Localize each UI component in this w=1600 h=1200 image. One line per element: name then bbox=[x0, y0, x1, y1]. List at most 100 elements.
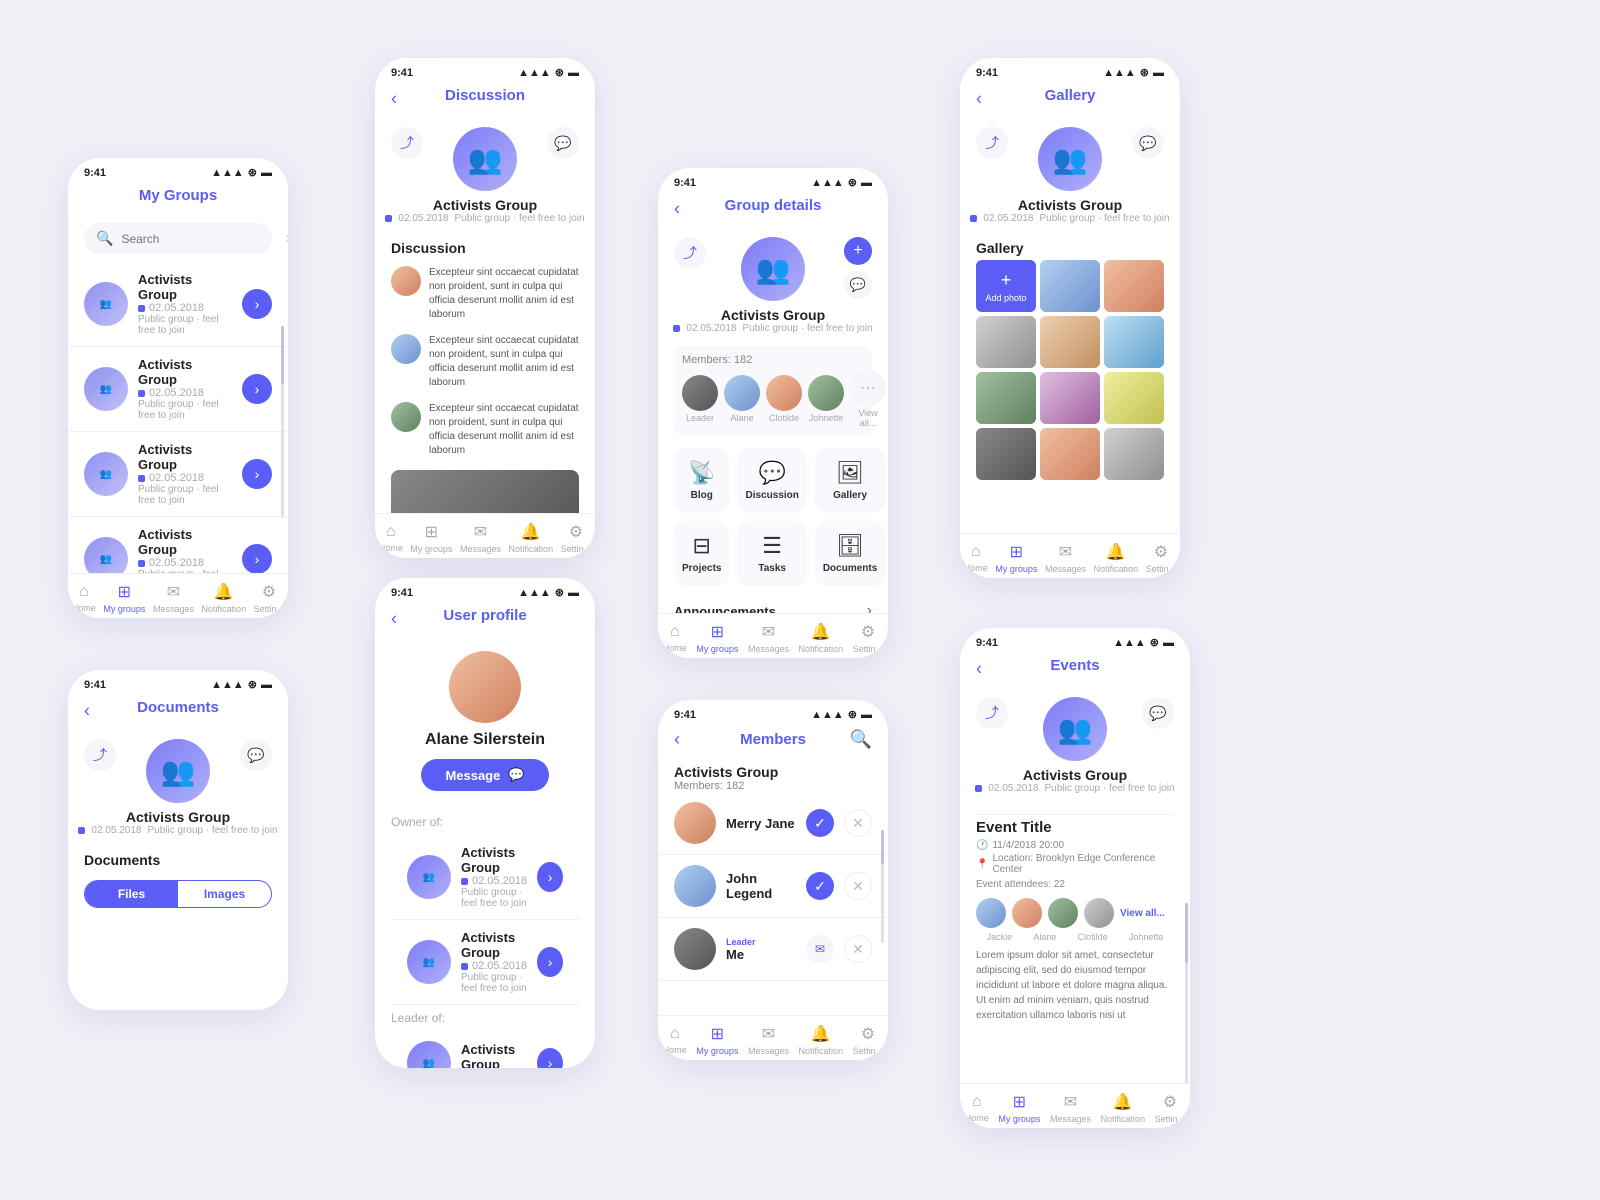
back-btn-gd[interactable]: ‹ bbox=[674, 199, 680, 220]
reject-leader[interactable]: ✕ bbox=[844, 935, 872, 963]
gallery-cell-3[interactable] bbox=[976, 316, 1036, 368]
nav-notifications-1[interactable]: 🔔Notification bbox=[202, 582, 247, 614]
nav-settings-2[interactable]: ⚙Settin... bbox=[561, 522, 592, 554]
gallery-cell-2[interactable] bbox=[1104, 260, 1164, 312]
feature-projects[interactable]: ⊟ Projects bbox=[674, 521, 729, 586]
nav-home-4[interactable]: ⌂Home bbox=[964, 543, 988, 573]
chat-btn-gd[interactable]: 💬 bbox=[844, 271, 872, 299]
gallery-cell-8[interactable] bbox=[1104, 372, 1164, 424]
gallery-cell-1[interactable] bbox=[1040, 260, 1100, 312]
nav-messages-2[interactable]: ✉Messages bbox=[460, 522, 501, 554]
feature-tasks[interactable]: ☰ Tasks bbox=[737, 521, 806, 586]
nav-notifications-4[interactable]: 🔔Notification bbox=[1094, 542, 1139, 574]
chat-btn-events[interactable]: 💬 bbox=[1142, 697, 1174, 729]
gallery-cell-5[interactable] bbox=[1104, 316, 1164, 368]
nav-home-1[interactable]: ⌂Home bbox=[72, 583, 96, 613]
nav-settings-4[interactable]: ⚙Settin... bbox=[1146, 542, 1177, 574]
search-input[interactable] bbox=[121, 232, 276, 246]
add-btn-gd[interactable]: + bbox=[844, 237, 872, 265]
share-btn-docs[interactable]: ⤴ bbox=[84, 739, 116, 771]
nav-notifications-2[interactable]: 🔔Notification bbox=[509, 522, 554, 554]
clear-icon[interactable]: ✕ bbox=[284, 232, 288, 246]
nav-home-7[interactable]: ⌂Home bbox=[663, 1025, 687, 1055]
arrow-btn-4[interactable]: › bbox=[242, 544, 272, 574]
back-btn-docs[interactable]: ‹ bbox=[84, 701, 90, 722]
scrollbar-events[interactable] bbox=[1185, 903, 1188, 1103]
feature-documents[interactable]: 🗄 Documents bbox=[815, 521, 885, 586]
nav-notifications-7[interactable]: 🔔Notification bbox=[799, 1024, 844, 1056]
back-btn-events[interactable]: ‹ bbox=[976, 659, 982, 680]
back-btn-discussion[interactable]: ‹ bbox=[391, 89, 397, 110]
profile-group-3[interactable]: 👥 Activists Group 02.05.2018 › bbox=[391, 1031, 579, 1068]
nav-mygroups-2[interactable]: ⊞My groups bbox=[410, 522, 452, 554]
chat-btn-discussion[interactable]: 💬 bbox=[547, 127, 579, 159]
tab-images[interactable]: Images bbox=[178, 881, 271, 907]
arrow-btn-1[interactable]: › bbox=[242, 289, 272, 319]
scrollbar-members[interactable] bbox=[881, 830, 884, 943]
members-search-btn[interactable]: 🔍 bbox=[850, 729, 872, 750]
nav-notifications-3[interactable]: 🔔Notification bbox=[799, 622, 844, 654]
nav-notifications-8[interactable]: 🔔Notification bbox=[1101, 1092, 1146, 1124]
search-bar[interactable]: 🔍 ✕ bbox=[84, 223, 272, 254]
feature-discussion[interactable]: 💬 Discussion bbox=[737, 448, 806, 513]
nav-settings-1[interactable]: ⚙Settin... bbox=[254, 582, 285, 614]
accept-merry[interactable]: ✓ bbox=[806, 809, 834, 837]
back-btn-members[interactable]: ‹ bbox=[674, 729, 680, 750]
nav-mygroups-4[interactable]: ⊞My groups bbox=[995, 542, 1037, 574]
nav-settings-8[interactable]: ⚙Settin... bbox=[1155, 1092, 1186, 1124]
back-btn-profile[interactable]: ‹ bbox=[391, 609, 397, 630]
tab-files[interactable]: Files bbox=[85, 881, 178, 907]
gallery-cell-9[interactable] bbox=[976, 428, 1036, 480]
share-btn-gallery[interactable]: ⤴ bbox=[976, 127, 1008, 159]
chat-btn-docs[interactable]: 💬 bbox=[240, 739, 272, 771]
feature-blog[interactable]: 📡 Blog bbox=[674, 448, 729, 513]
nav-messages-3[interactable]: ✉Messages bbox=[748, 622, 789, 654]
msg-leader-btn[interactable]: ✉ bbox=[806, 935, 834, 963]
gallery-cell-11[interactable] bbox=[1104, 428, 1164, 480]
nav-settings-7[interactable]: ⚙Settin... bbox=[853, 1024, 884, 1056]
accept-john[interactable]: ✓ bbox=[806, 872, 834, 900]
pg-arrow-2[interactable]: › bbox=[537, 947, 563, 977]
share-btn-events[interactable]: ⤴ bbox=[976, 697, 1008, 729]
nav-messages-8[interactable]: ✉Messages bbox=[1050, 1092, 1091, 1124]
nav-home-3[interactable]: ⌂Home bbox=[663, 623, 687, 653]
arrow-btn-3[interactable]: › bbox=[242, 459, 272, 489]
scrollbar-1[interactable] bbox=[281, 326, 284, 518]
member-viewall[interactable]: ··· View all... bbox=[850, 370, 886, 428]
nav-mygroups-7[interactable]: ⊞My groups bbox=[696, 1024, 738, 1056]
profile-group-2[interactable]: 👥 Activists Group 02.05.2018 Public grou… bbox=[391, 920, 579, 1005]
share-btn-gd[interactable]: ⤴ bbox=[674, 237, 706, 269]
gallery-cell-7[interactable] bbox=[1040, 372, 1100, 424]
message-btn[interactable]: Message 💬 bbox=[421, 759, 548, 791]
pg-info-1: Activists Group 02.05.2018 Public group … bbox=[461, 845, 527, 909]
nav-mygroups-3[interactable]: ⊞My groups bbox=[696, 622, 738, 654]
chat-btn-gallery[interactable]: 💬 bbox=[1132, 127, 1164, 159]
nav-mygroups-1[interactable]: ⊞My groups bbox=[103, 582, 145, 614]
reject-merry[interactable]: ✕ bbox=[844, 809, 872, 837]
nav-home-2[interactable]: ⌂Home bbox=[379, 523, 403, 553]
more-members-btn[interactable]: ··· bbox=[850, 370, 886, 406]
back-btn-gallery[interactable]: ‹ bbox=[976, 89, 982, 110]
profile-group-1[interactable]: 👥 Activists Group 02.05.2018 Public grou… bbox=[391, 835, 579, 920]
nav-messages-1[interactable]: ✉Messages bbox=[153, 582, 194, 614]
pg-arrow-1[interactable]: › bbox=[537, 862, 563, 892]
group-list-item[interactable]: 👥 Activists Group 02.05.2018 Public grou… bbox=[68, 432, 288, 517]
members-count: Members: 182 bbox=[674, 780, 872, 792]
share-btn-discussion[interactable]: ⤴ bbox=[391, 127, 423, 159]
nav-home-8[interactable]: ⌂Home bbox=[965, 1093, 989, 1123]
nav-settings-3[interactable]: ⚙Settin... bbox=[853, 622, 884, 654]
view-all-attendees[interactable]: View all... bbox=[1120, 908, 1165, 919]
gallery-cell-10[interactable] bbox=[1040, 428, 1100, 480]
group-list-item[interactable]: 👥 Activists Group 02.05.2018 Public grou… bbox=[68, 347, 288, 432]
pg-arrow-3[interactable]: › bbox=[537, 1048, 563, 1068]
nav-messages-4[interactable]: ✉Messages bbox=[1045, 542, 1086, 574]
gallery-cell-6[interactable] bbox=[976, 372, 1036, 424]
add-photo-btn[interactable]: + Add photo bbox=[976, 260, 1036, 312]
reject-john[interactable]: ✕ bbox=[844, 872, 872, 900]
nav-messages-7[interactable]: ✉Messages bbox=[748, 1024, 789, 1056]
nav-mygroups-8[interactable]: ⊞My groups bbox=[998, 1092, 1040, 1124]
gallery-cell-4[interactable] bbox=[1040, 316, 1100, 368]
feature-gallery[interactable]: 🖼 Gallery bbox=[815, 448, 885, 513]
arrow-btn-2[interactable]: › bbox=[242, 374, 272, 404]
group-list-item[interactable]: 👥 Activists Group 02.05.2018 Public grou… bbox=[68, 262, 288, 347]
